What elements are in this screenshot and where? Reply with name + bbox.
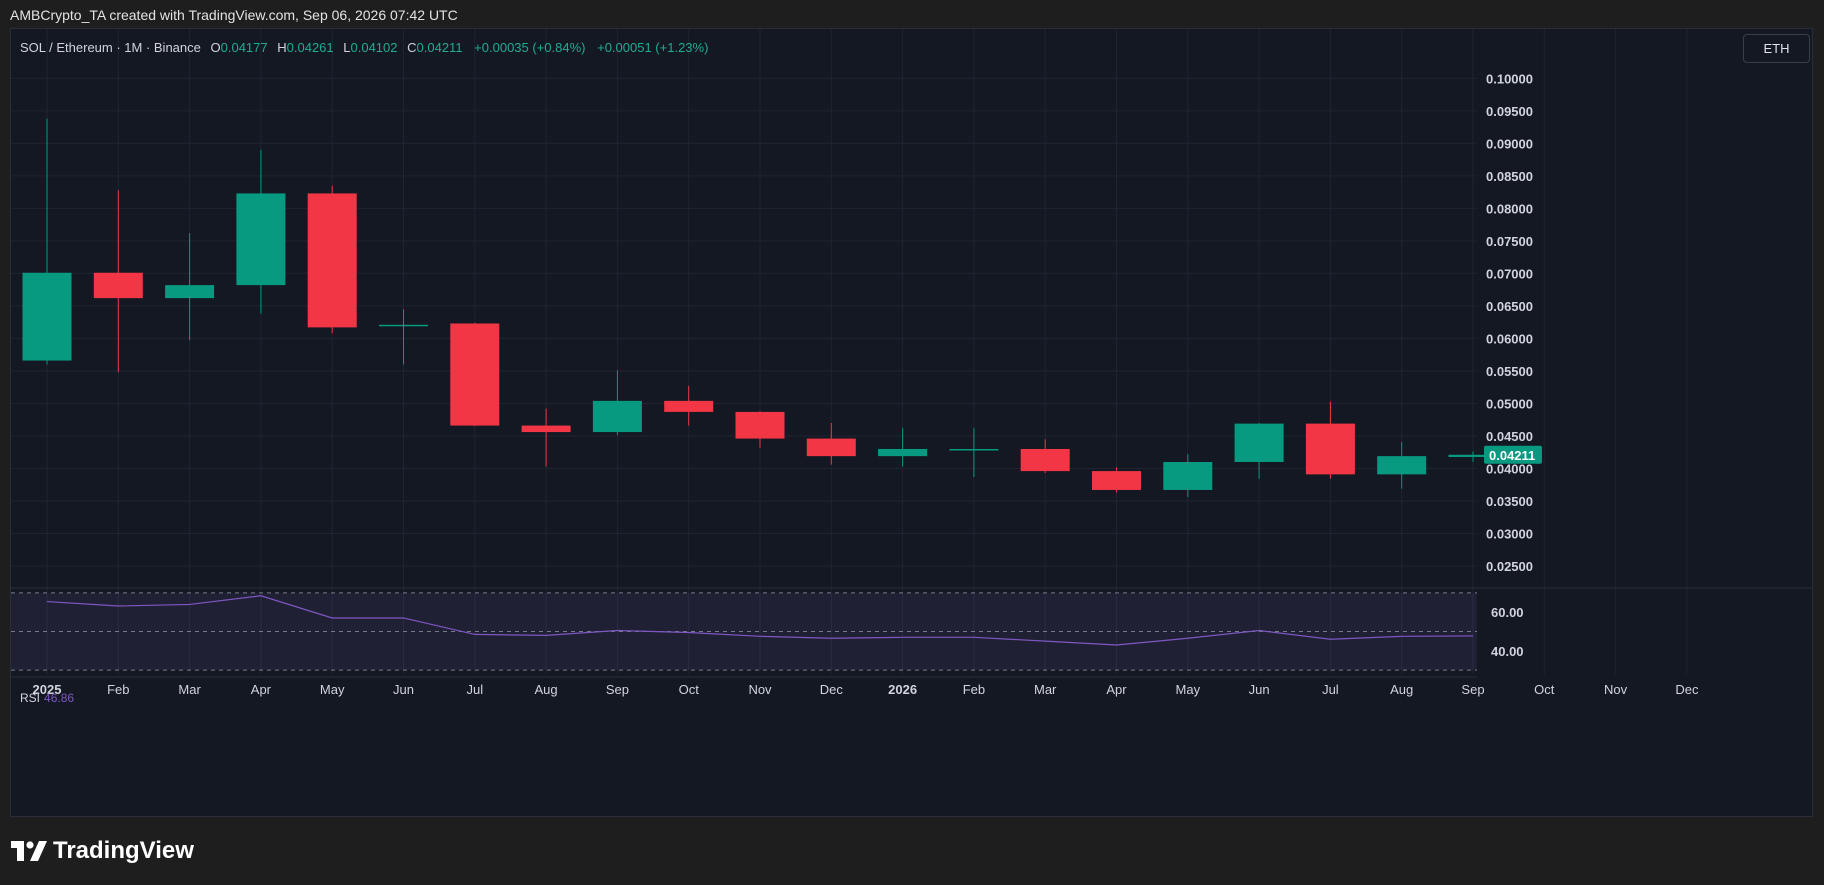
open-value: 0.04177 <box>220 40 268 55</box>
x-tick-label: Nov <box>748 682 772 697</box>
y-tick-label: 0.07000 <box>1486 266 1533 281</box>
y-tick-label: 0.06000 <box>1486 331 1533 346</box>
symbol-legend: SOL / Ethereum · 1M · Binance O0.04177 H… <box>20 40 708 55</box>
candle-body <box>949 448 999 451</box>
change-value: +0.00035 (+0.84%) <box>474 40 586 55</box>
change-value-secondary: +0.00051 (+1.23%) <box>597 40 709 55</box>
close-label: C <box>407 40 417 55</box>
y-tick-label: 0.09500 <box>1486 104 1533 119</box>
tradingview-brand: TradingView <box>53 837 194 864</box>
candle-body <box>379 324 428 327</box>
x-tick-label: Dec <box>820 682 844 697</box>
price-chart[interactable]: 0.10000 0.09500 0.09000 0.08500 0.08000 0.075… <box>11 29 1812 816</box>
candle-body <box>1020 448 1070 472</box>
candle-body <box>1305 423 1355 475</box>
candle-body <box>1092 471 1141 490</box>
candle-body <box>93 272 143 299</box>
x-tick-label: Sep <box>606 682 629 697</box>
candle-body <box>592 400 642 433</box>
tradingview-logo[interactable]: TradingView <box>11 837 194 865</box>
x-tick-label: 2026 <box>888 682 917 697</box>
x-tick-label: Jul <box>466 682 483 697</box>
candle-body <box>878 448 928 457</box>
symbol-name[interactable]: SOL / Ethereum · 1M · Binance <box>20 40 201 55</box>
x-tick-label: Oct <box>1534 682 1555 697</box>
y-tick-label: 0.03500 <box>1486 494 1533 509</box>
candle-body <box>1163 461 1213 490</box>
x-tick-label: Apr <box>1106 682 1127 697</box>
candle-body <box>664 400 714 412</box>
candle-body <box>22 272 72 361</box>
x-tick-label: Aug <box>1390 682 1413 697</box>
candle-body <box>1234 423 1284 462</box>
candle-body <box>307 193 357 328</box>
y-tick-label: 0.05000 <box>1486 396 1533 411</box>
chart-caption: AMBCrypto_TA created with TradingView.co… <box>10 7 458 23</box>
x-tick-label: Nov <box>1604 682 1628 697</box>
x-tick-label: Dec <box>1675 682 1699 697</box>
currency-button[interactable]: ETH <box>1743 34 1810 63</box>
y-tick-label: 0.05500 <box>1486 364 1533 379</box>
x-tick-label: Aug <box>535 682 558 697</box>
x-tick-label: Jun <box>1249 682 1270 697</box>
high-label: H <box>277 40 287 55</box>
y-tick-label: 0.08000 <box>1486 201 1533 216</box>
x-tick-label: Sep <box>1461 682 1484 697</box>
x-tick-label: Feb <box>107 682 129 697</box>
close-value: 0.04211 <box>416 40 463 55</box>
last-price-label: 0.04211 <box>1489 448 1535 463</box>
x-tick-label: May <box>1176 682 1201 697</box>
candle-body <box>521 425 571 433</box>
candle-body <box>735 411 785 439</box>
y-tick-label: 0.10000 <box>1486 71 1533 86</box>
candle-body <box>806 438 856 457</box>
x-tick-label: Jun <box>393 682 414 697</box>
y-tick-label: 0.03000 <box>1486 527 1533 542</box>
candle-body <box>165 285 215 299</box>
y-tick-label: 0.07500 <box>1486 234 1533 249</box>
y-tick-label: 0.09000 <box>1486 136 1533 151</box>
candle-body <box>236 193 286 286</box>
low-label: L <box>343 40 351 55</box>
x-tick-label: Oct <box>679 682 700 697</box>
x-tick-label: May <box>320 682 345 697</box>
low-value: 0.04102 <box>350 40 398 55</box>
rsi-name[interactable]: RSI <box>20 691 40 705</box>
y-tick-label: 0.08500 <box>1486 169 1533 184</box>
x-tick-label: Jul <box>1322 682 1339 697</box>
rsi-legend: RSI 46.86 <box>20 691 74 705</box>
x-tick-label: Mar <box>1034 682 1057 697</box>
tradingview-logo-icon <box>11 841 47 861</box>
rsi-value: 46.86 <box>44 691 75 705</box>
y-tick-label: 0.06500 <box>1486 299 1533 314</box>
y-tick-label: 0.04500 <box>1486 429 1533 444</box>
candle-body <box>1377 456 1427 475</box>
chart-panel[interactable]: 0.10000 0.09500 0.09000 0.08500 0.08000 0.075… <box>10 28 1813 817</box>
open-label: O <box>210 40 221 55</box>
x-tick-label: Feb <box>963 682 985 697</box>
candle-body <box>450 323 500 426</box>
rsi-y-tick-label: 40.00 <box>1491 644 1524 659</box>
y-tick-label: 0.02500 <box>1486 559 1533 574</box>
x-tick-label: Mar <box>178 682 201 697</box>
high-value: 0.04261 <box>286 40 334 55</box>
rsi-y-tick-label: 60.00 <box>1491 605 1524 620</box>
x-tick-label: Apr <box>251 682 272 697</box>
